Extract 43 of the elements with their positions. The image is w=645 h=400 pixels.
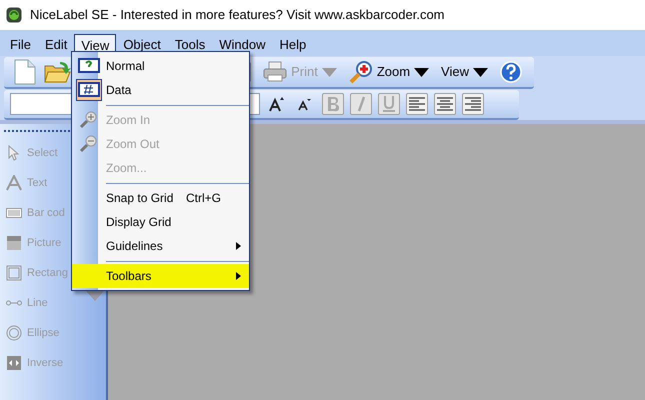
menu-option[interactable]: Data — [72, 78, 249, 102]
rectangle-icon — [6, 265, 22, 281]
menu-item[interactable]: Window — [212, 34, 272, 56]
align-left-icon — [408, 96, 426, 112]
barcode-icon — [6, 205, 22, 221]
menu-item[interactable]: Object — [116, 34, 168, 56]
bold-icon — [326, 96, 340, 112]
align-right-icon — [464, 96, 482, 112]
align-left-button[interactable] — [406, 93, 428, 115]
menu-option[interactable]: Guidelines — [72, 234, 249, 258]
pointer-icon — [6, 145, 22, 161]
menu-option[interactable]: Toolbars — [72, 264, 249, 288]
align-right-button[interactable] — [462, 93, 484, 115]
help-icon — [500, 61, 522, 83]
view-button[interactable]: View — [437, 59, 492, 85]
app-logo-icon — [6, 7, 22, 23]
caret-icon — [414, 68, 430, 76]
shrink-font-icon — [298, 97, 312, 111]
magnifier-icon — [348, 60, 373, 84]
menu-option[interactable]: Normal — [72, 54, 249, 78]
italic-icon — [355, 96, 367, 112]
ellipse-icon — [6, 325, 22, 341]
caret-icon — [322, 68, 337, 76]
menu-item[interactable]: Edit — [38, 34, 74, 56]
align-center-button[interactable] — [434, 93, 456, 115]
menu-option[interactable]: Display Grid — [72, 210, 249, 234]
grow-font-icon — [269, 96, 285, 112]
letter-icon — [6, 175, 22, 191]
underline-icon — [382, 95, 396, 113]
menu-item[interactable]: Help — [272, 34, 314, 56]
align-center-icon — [436, 96, 454, 112]
folder-icon — [44, 60, 72, 84]
image-icon — [6, 235, 22, 251]
data-view-icon — [78, 81, 100, 99]
new-document-icon — [14, 59, 36, 85]
document-view-icon — [78, 57, 100, 75]
zoom-button[interactable]: Zoom — [344, 59, 434, 85]
printer-icon — [263, 61, 288, 83]
menu-item[interactable]: File — [3, 34, 38, 56]
window-title: NiceLabel SE - Interested in more features? Visit www.askbarcoder.com — [30, 6, 445, 24]
caret-icon — [473, 68, 488, 76]
menu-item[interactable]: Tools — [168, 34, 212, 56]
inverse-icon — [6, 355, 22, 371]
